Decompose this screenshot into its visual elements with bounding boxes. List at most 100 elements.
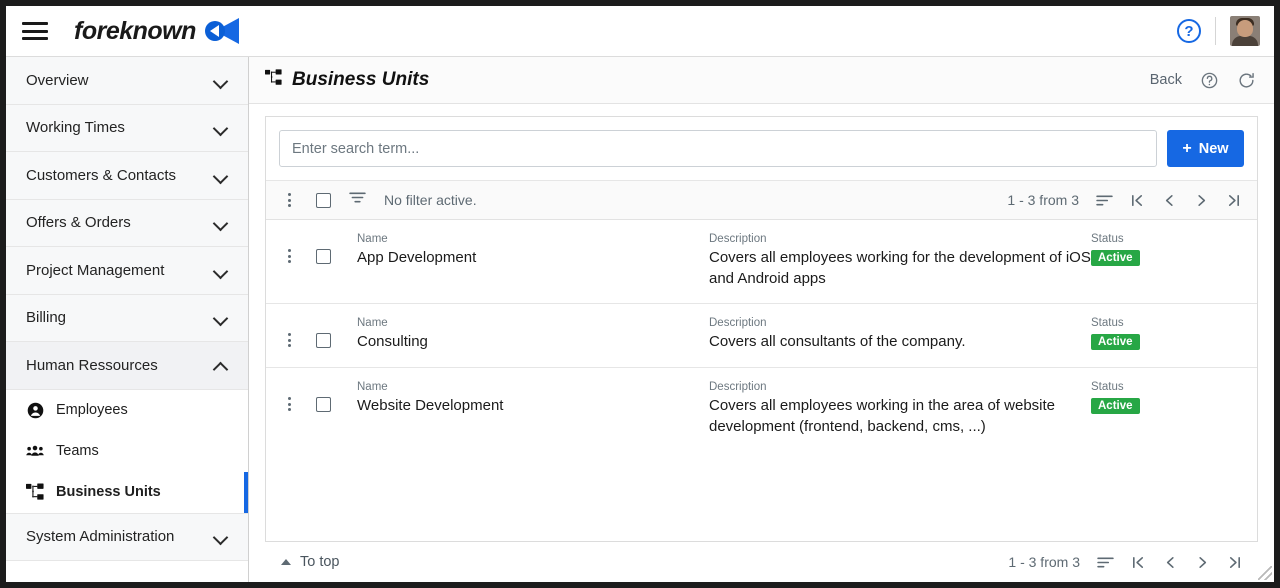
sidebar-label: System Administration bbox=[26, 528, 175, 546]
page-header-actions: Back bbox=[1150, 71, 1256, 90]
cell-name: Name App Development bbox=[331, 233, 709, 269]
top-bar-actions: ? bbox=[1177, 16, 1274, 46]
column-label-name: Name bbox=[357, 381, 388, 394]
help-circle-icon[interactable] bbox=[1200, 71, 1219, 90]
business-unit-name: Consulting bbox=[357, 333, 428, 351]
more-vertical-icon[interactable] bbox=[280, 331, 298, 349]
status-badge: Active bbox=[1091, 250, 1140, 266]
table-toolbar: No filter active. 1 - 3 from 3 bbox=[266, 181, 1257, 220]
chevron-down-icon bbox=[214, 76, 228, 85]
business-units-table: Name App Development Description Covers … bbox=[266, 220, 1257, 541]
table-row[interactable]: Name Website Development Description Cov… bbox=[266, 368, 1257, 451]
more-vertical-icon[interactable] bbox=[280, 191, 298, 209]
avatar[interactable] bbox=[1230, 16, 1260, 46]
more-vertical-icon[interactable] bbox=[280, 395, 298, 413]
sidebar-item-working-times[interactable]: Working Times bbox=[6, 104, 248, 152]
back-button[interactable]: Back bbox=[1150, 72, 1182, 88]
footer-pagination: 1 - 3 from 3 bbox=[1008, 554, 1242, 570]
sidebar-item-overview[interactable]: Overview bbox=[6, 57, 248, 105]
last-page-icon[interactable] bbox=[1227, 555, 1242, 570]
chevron-down-icon bbox=[214, 266, 228, 275]
sidebar-item-human-ressources[interactable]: Human Ressources bbox=[6, 342, 248, 390]
help-circle-icon[interactable]: ? bbox=[1177, 19, 1201, 43]
cell-status: Status Active bbox=[1091, 317, 1183, 351]
business-units-card: + New bbox=[265, 116, 1258, 542]
toolbar-left: No filter active. bbox=[280, 191, 477, 209]
business-unit-name: Website Development bbox=[357, 397, 504, 415]
sidebar-label: Offers & Orders bbox=[26, 214, 131, 232]
chevron-down-icon bbox=[214, 218, 228, 227]
search-input[interactable] bbox=[279, 130, 1157, 167]
sidebar-item-business-units[interactable]: Business Units bbox=[6, 471, 248, 513]
more-vertical-icon[interactable] bbox=[280, 247, 298, 265]
sidebar-label: Project Management bbox=[26, 261, 165, 279]
business-unit-description: Covers all employees working in the area… bbox=[709, 397, 1056, 435]
refresh-icon[interactable] bbox=[1237, 71, 1256, 90]
toolbar-pagination: 1 - 3 from 3 bbox=[1007, 192, 1241, 208]
brand-logo[interactable]: foreknown bbox=[74, 17, 239, 46]
caret-up-icon bbox=[281, 559, 291, 565]
foreknown-logo-icon bbox=[204, 17, 239, 45]
sidebar-item-project-management[interactable]: Project Management bbox=[6, 247, 248, 295]
to-top-button[interactable]: To top bbox=[281, 554, 340, 570]
sidebar: Overview Working Times Customers & Conta… bbox=[6, 57, 249, 582]
column-label-name: Name bbox=[357, 317, 388, 330]
sort-icon[interactable] bbox=[1096, 194, 1113, 207]
page-title-text: Business Units bbox=[292, 69, 430, 90]
next-page-icon[interactable] bbox=[1194, 193, 1209, 208]
org-chart-icon bbox=[26, 483, 44, 501]
new-button-label: New bbox=[1198, 140, 1229, 157]
table-row[interactable]: Name Consulting Description Covers all c… bbox=[266, 304, 1257, 369]
main-content: Business Units Back Enter search term...… bbox=[249, 57, 1274, 582]
sort-icon[interactable] bbox=[1097, 556, 1114, 569]
prev-page-icon[interactable] bbox=[1163, 555, 1178, 570]
business-unit-description: Covers all employees working for the dev… bbox=[709, 249, 1091, 287]
next-page-icon[interactable] bbox=[1195, 555, 1210, 570]
sidebar-item-employees[interactable]: Employees bbox=[6, 390, 248, 431]
sidebar-item-system-administration[interactable]: System Administration bbox=[6, 513, 248, 561]
column-label-description: Description bbox=[709, 317, 767, 330]
sidebar-label: Customers & Contacts bbox=[26, 166, 177, 184]
sidebar-item-customers-contacts[interactable]: Customers & Contacts bbox=[6, 152, 248, 200]
new-button[interactable]: + New bbox=[1167, 130, 1244, 167]
record-count: 1 - 3 from 3 bbox=[1008, 554, 1080, 570]
to-top-label: To top bbox=[300, 554, 340, 570]
sidebar-label: Overview bbox=[26, 71, 89, 89]
sidebar-item-teams[interactable]: Teams bbox=[6, 431, 248, 472]
row-checkbox[interactable] bbox=[316, 396, 331, 412]
cell-name: Name Website Development bbox=[331, 381, 709, 417]
row-checkbox[interactable] bbox=[316, 332, 331, 348]
column-label-name: Name bbox=[357, 233, 388, 245]
sidebar-label: Human Ressources bbox=[26, 356, 158, 374]
filter-icon[interactable] bbox=[349, 191, 366, 209]
sidebar-item-offers-orders[interactable]: Offers & Orders bbox=[6, 199, 248, 247]
chevron-up-icon bbox=[214, 361, 228, 370]
row-controls bbox=[280, 381, 331, 413]
sidebar-subitems: Employees Teams Business Units bbox=[6, 389, 248, 514]
status-badge: Active bbox=[1091, 398, 1140, 415]
application-window: foreknown ? Overview Working Times Custo… bbox=[6, 6, 1274, 582]
prev-page-icon[interactable] bbox=[1162, 193, 1177, 208]
chevron-down-icon bbox=[214, 313, 228, 322]
row-checkbox[interactable] bbox=[316, 248, 331, 264]
chevron-down-icon bbox=[214, 532, 228, 541]
resize-grip[interactable] bbox=[1258, 566, 1272, 580]
select-all-checkbox[interactable] bbox=[316, 192, 331, 208]
row-controls bbox=[280, 233, 331, 265]
body-area: Overview Working Times Customers & Conta… bbox=[6, 57, 1274, 582]
status-badge: Active bbox=[1091, 334, 1140, 351]
people-group-icon bbox=[26, 442, 44, 460]
first-page-icon[interactable] bbox=[1130, 193, 1145, 208]
last-page-icon[interactable] bbox=[1226, 193, 1241, 208]
record-count: 1 - 3 from 3 bbox=[1007, 192, 1079, 208]
row-controls bbox=[280, 317, 331, 349]
org-chart-icon bbox=[265, 68, 282, 92]
column-label-description: Description bbox=[709, 233, 767, 245]
first-page-icon[interactable] bbox=[1131, 555, 1146, 570]
hamburger-icon[interactable] bbox=[22, 22, 48, 40]
cell-status: Status Active bbox=[1091, 381, 1183, 415]
chevron-down-icon bbox=[214, 123, 228, 132]
table-row[interactable]: Name App Development Description Covers … bbox=[266, 220, 1257, 305]
search-row: + New bbox=[266, 117, 1257, 181]
sidebar-item-billing[interactable]: Billing bbox=[6, 294, 248, 342]
